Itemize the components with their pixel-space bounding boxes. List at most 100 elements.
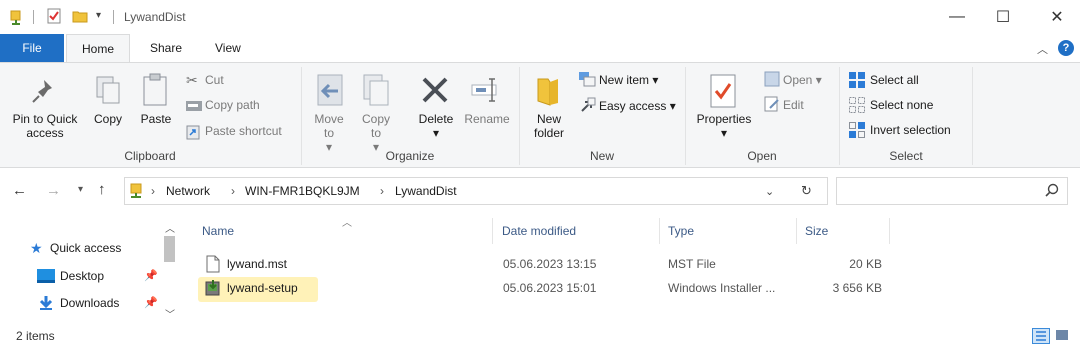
large-icons-view-icon[interactable] — [1054, 328, 1072, 344]
back-arrow-icon[interactable]: ← — [12, 182, 27, 199]
refresh-icon[interactable]: ↻ — [801, 183, 812, 199]
copy-path-button[interactable]: Copy path — [205, 98, 260, 112]
column-header-date[interactable]: Date modified — [502, 224, 576, 238]
status-item-count: 2 items — [16, 329, 55, 343]
chevron-down-icon: ▾ — [720, 126, 728, 140]
column-divider[interactable] — [659, 218, 660, 244]
chevron-down-icon: ▾ — [815, 73, 822, 87]
properties-button[interactable]: Properties ▾ — [690, 112, 758, 140]
open-label: Open — [783, 73, 813, 87]
breadcrumb-folder[interactable]: LywandDist — [395, 184, 457, 198]
new-folder-button[interactable]: New folder — [526, 112, 572, 140]
paste-shortcut-button[interactable]: Paste shortcut — [205, 124, 282, 138]
new-item-icon — [578, 71, 596, 87]
properties-quick-icon[interactable] — [46, 8, 62, 24]
tab-file[interactable]: File — [0, 34, 64, 62]
select-none-icon — [848, 96, 866, 114]
divider — [113, 10, 114, 24]
file-type: MST File — [668, 257, 716, 271]
edit-button[interactable]: Edit — [783, 98, 804, 112]
nav-downloads[interactable]: Downloads — [60, 296, 119, 310]
new-folder-quick-icon[interactable] — [72, 8, 88, 24]
network-folder-icon — [129, 183, 145, 199]
tab-share[interactable]: Share — [136, 34, 196, 62]
collapse-ribbon-icon[interactable]: ︿ — [1037, 41, 1048, 57]
file-size: 20 KB — [849, 257, 882, 271]
breadcrumb-separator-icon[interactable]: › — [380, 184, 384, 198]
table-row[interactable]: lywand-setup 05.06.2023 15:01 Windows In… — [198, 278, 898, 300]
file-size: 3 656 KB — [832, 281, 882, 295]
scrollbar-thumb[interactable] — [164, 236, 175, 262]
breadcrumb-separator-icon[interactable]: › — [231, 184, 235, 198]
nav-quick-access[interactable]: Quick access — [50, 241, 121, 255]
tab-home[interactable]: Home — [66, 34, 130, 63]
nav-desktop[interactable]: Desktop — [60, 269, 104, 283]
move-to-label: Move to — [314, 112, 344, 140]
ribbon-tabs: File Home Share View ︿ ? — [0, 34, 1080, 63]
pin-icon[interactable]: 📌 — [144, 296, 158, 309]
help-icon[interactable]: ? — [1058, 40, 1074, 56]
open-button[interactable]: Open ▾ — [783, 73, 822, 87]
divider — [33, 10, 34, 24]
file-list: ︿ Name Date modified Type Size lywand.ms… — [182, 214, 1080, 322]
column-header-type[interactable]: Type — [668, 224, 694, 238]
copy-path-icon — [186, 100, 202, 112]
up-arrow-icon[interactable]: ↑ — [98, 181, 106, 198]
copy-to-button[interactable]: Copy to ▾ — [356, 112, 396, 154]
delete-button[interactable]: Delete ▾ — [410, 112, 462, 140]
copy-icon — [94, 75, 122, 107]
paste-button[interactable]: Paste — [136, 112, 176, 126]
breadcrumb-server[interactable]: WIN-FMR1BQKL9JM — [245, 184, 360, 198]
search-input[interactable] — [836, 177, 1068, 205]
maximize-button[interactable]: ☐ — [980, 0, 1026, 34]
navigation-bar: ← → ▾ ↑ › Network › WIN-FMR1BQKL9JM › Ly… — [0, 169, 1080, 213]
delete-label: Delete — [418, 112, 454, 126]
open-icon — [764, 71, 780, 87]
rename-icon — [470, 75, 502, 105]
scroll-down-icon[interactable]: ﹀ — [165, 306, 175, 321]
forward-arrow-icon[interactable]: → — [46, 182, 61, 199]
copy-button[interactable]: Copy — [90, 112, 126, 126]
column-header-size[interactable]: Size — [805, 224, 828, 238]
paste-shortcut-icon — [186, 124, 200, 140]
select-none-button[interactable]: Select none — [870, 98, 933, 112]
details-view-icon[interactable] — [1032, 328, 1050, 344]
column-divider[interactable] — [492, 218, 493, 244]
breadcrumb-network[interactable]: Network — [166, 184, 210, 198]
new-item-button[interactable]: New item ▾ — [599, 73, 658, 87]
file-icon — [206, 255, 220, 273]
table-row[interactable]: lywand.mst 05.06.2023 13:15 MST File 20 … — [198, 254, 898, 276]
nav-scrollbar[interactable]: ︿ ﹀ — [161, 220, 178, 321]
invert-selection-button[interactable]: Invert selection — [870, 123, 951, 137]
select-all-button[interactable]: Select all — [870, 73, 919, 87]
select-all-icon — [848, 71, 866, 89]
chevron-down-icon: ▾ — [669, 99, 676, 113]
customize-toolbar-icon[interactable]: ▾ — [96, 10, 101, 21]
column-divider[interactable] — [889, 218, 890, 244]
organize-group-label: Organize — [385, 149, 435, 163]
scroll-up-icon[interactable]: ︿ — [165, 220, 175, 235]
chevron-down-icon: ▾ — [652, 73, 659, 87]
file-date: 05.06.2023 13:15 — [503, 257, 597, 271]
column-header-name[interactable]: Name — [202, 224, 234, 238]
address-bar[interactable]: › Network › WIN-FMR1BQKL9JM › LywandDist… — [124, 177, 828, 205]
column-divider[interactable] — [796, 218, 797, 244]
tab-view[interactable]: View — [201, 34, 255, 62]
pin-to-quick-access-button[interactable]: Pin to Quick access — [4, 112, 86, 140]
easy-access-label: Easy access — [599, 99, 667, 113]
title-bar: ▾ LywandDist — ☐ ✕ — [0, 0, 1080, 34]
star-icon: ★ — [30, 240, 43, 256]
address-dropdown-icon[interactable]: ⌄ — [765, 185, 774, 198]
properties-label: Properties — [696, 112, 752, 126]
pin-icon[interactable]: 📌 — [144, 269, 158, 282]
recent-locations-icon[interactable]: ▾ — [78, 184, 83, 195]
move-to-button[interactable]: Move to ▾ — [308, 112, 350, 154]
rename-button[interactable]: Rename — [462, 112, 512, 126]
cut-button[interactable]: Cut — [205, 73, 224, 87]
minimize-button[interactable]: — — [934, 0, 980, 34]
ribbon: Pin to Quick access Copy Paste ✂ Cut Cop… — [0, 62, 1080, 168]
close-button[interactable]: ✕ — [1034, 0, 1080, 34]
cut-icon: ✂ — [186, 72, 198, 88]
easy-access-button[interactable]: Easy access ▾ — [599, 99, 676, 113]
breadcrumb-separator-icon[interactable]: › — [151, 184, 155, 198]
